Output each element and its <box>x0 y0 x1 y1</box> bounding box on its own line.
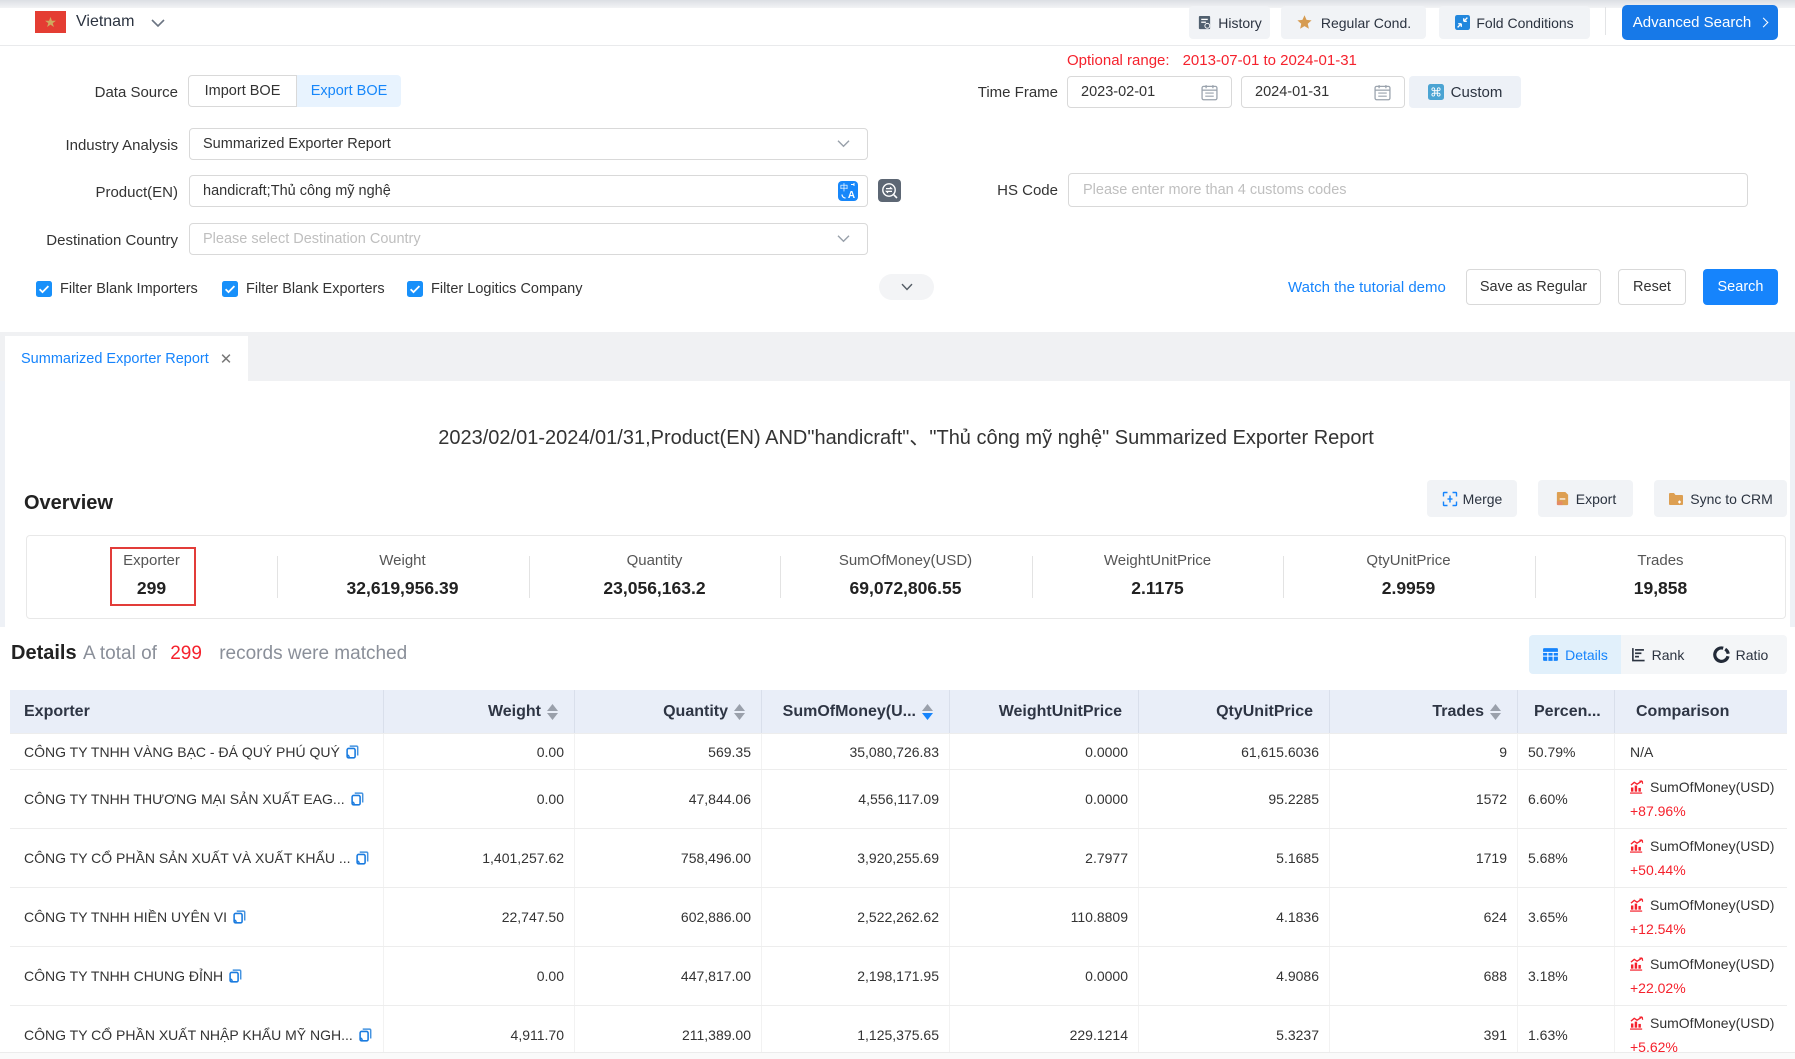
svg-text:A: A <box>848 190 855 201</box>
svg-text:⌘: ⌘ <box>1430 85 1442 99</box>
